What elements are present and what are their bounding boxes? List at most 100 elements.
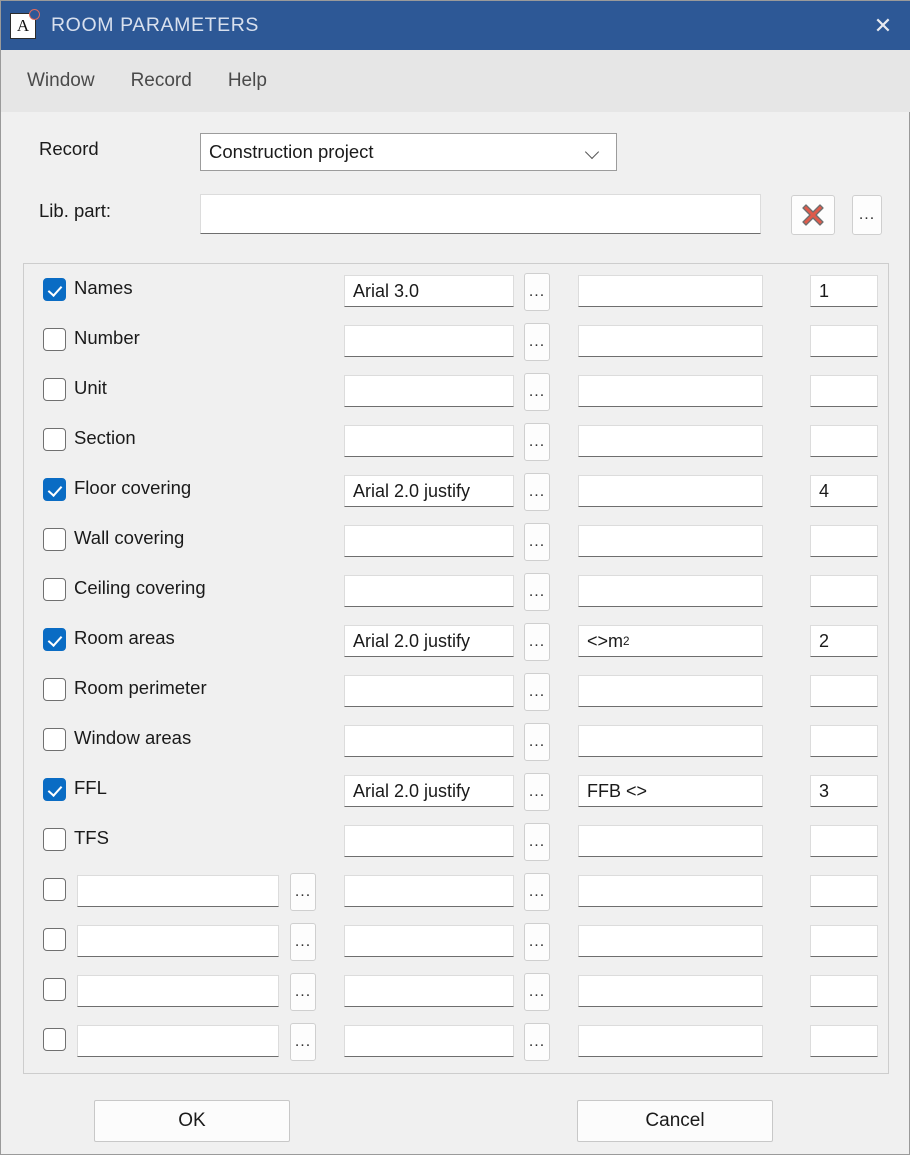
row-order-input[interactable] bbox=[810, 825, 878, 857]
row-font-input[interactable] bbox=[344, 325, 514, 357]
row-checkbox[interactable] bbox=[43, 928, 66, 951]
row-text-input[interactable] bbox=[578, 675, 763, 707]
menu-item-record[interactable]: Record bbox=[131, 70, 192, 92]
row-font-input[interactable] bbox=[344, 675, 514, 707]
row-checkbox[interactable] bbox=[43, 578, 66, 601]
row-text-input[interactable] bbox=[578, 725, 763, 757]
row-font-input[interactable]: Arial 2.0 justify bbox=[344, 625, 514, 657]
row-font-browse-button[interactable]: ... bbox=[524, 773, 550, 811]
ellipsis-icon: ... bbox=[528, 883, 546, 900]
row-order-input[interactable] bbox=[810, 325, 878, 357]
row-checkbox[interactable] bbox=[43, 878, 66, 901]
row-checkbox[interactable] bbox=[43, 978, 66, 1001]
row-checkbox[interactable] bbox=[43, 828, 66, 851]
row-text-input[interactable] bbox=[578, 1025, 763, 1057]
row-text-input[interactable] bbox=[578, 925, 763, 957]
delete-button[interactable] bbox=[791, 195, 835, 235]
row-font-browse-button[interactable]: ... bbox=[524, 273, 550, 311]
row-checkbox[interactable] bbox=[43, 378, 66, 401]
row-font-browse-button[interactable]: ... bbox=[524, 373, 550, 411]
row-checkbox[interactable] bbox=[43, 478, 66, 501]
row-font-input[interactable] bbox=[344, 875, 514, 907]
row-order-input[interactable] bbox=[810, 425, 878, 457]
record-select[interactable]: Construction project bbox=[200, 133, 617, 171]
row-font-input[interactable] bbox=[344, 525, 514, 557]
row-checkbox[interactable] bbox=[43, 678, 66, 701]
menu-item-window[interactable]: Window bbox=[27, 70, 95, 92]
row-font-browse-button[interactable]: ... bbox=[524, 523, 550, 561]
row-font-browse-button[interactable]: ... bbox=[524, 1023, 550, 1061]
row-order-input[interactable] bbox=[810, 375, 878, 407]
row-font-browse-button[interactable]: ... bbox=[524, 673, 550, 711]
row-name-input[interactable] bbox=[77, 925, 279, 957]
row-font-browse-button[interactable]: ... bbox=[524, 623, 550, 661]
row-text-input[interactable] bbox=[578, 375, 763, 407]
row-font-input[interactable] bbox=[344, 575, 514, 607]
ok-button[interactable]: OK bbox=[94, 1100, 290, 1142]
row-name-input[interactable] bbox=[77, 875, 279, 907]
row-font-browse-button[interactable]: ... bbox=[524, 823, 550, 861]
row-checkbox[interactable] bbox=[43, 778, 66, 801]
row-font-browse-button[interactable]: ... bbox=[524, 973, 550, 1011]
row-order-input[interactable] bbox=[810, 1025, 878, 1057]
row-text-input[interactable] bbox=[578, 525, 763, 557]
row-text-input[interactable]: <>m 2 bbox=[578, 625, 763, 657]
row-font-browse-button[interactable]: ... bbox=[524, 423, 550, 461]
row-name-browse-button[interactable]: ... bbox=[290, 973, 316, 1011]
lib-part-input[interactable] bbox=[200, 194, 761, 234]
row-font-input[interactable] bbox=[344, 425, 514, 457]
row-font-input[interactable] bbox=[344, 825, 514, 857]
row-checkbox[interactable] bbox=[43, 628, 66, 651]
row-name-browse-button[interactable]: ... bbox=[290, 923, 316, 961]
row-order-input[interactable] bbox=[810, 875, 878, 907]
row-name-input[interactable] bbox=[77, 1025, 279, 1057]
row-text-input[interactable]: FFB <> bbox=[578, 775, 763, 807]
row-order-input[interactable]: 1 bbox=[810, 275, 878, 307]
row-text-input[interactable] bbox=[578, 475, 763, 507]
row-checkbox[interactable] bbox=[43, 528, 66, 551]
row-checkbox[interactable] bbox=[43, 728, 66, 751]
menu-item-help[interactable]: Help bbox=[228, 70, 267, 92]
row-checkbox[interactable] bbox=[43, 1028, 66, 1051]
row-order-input[interactable] bbox=[810, 525, 878, 557]
row-font-browse-button[interactable]: ... bbox=[524, 573, 550, 611]
row-font-input[interactable] bbox=[344, 975, 514, 1007]
close-icon[interactable]: ✕ bbox=[855, 1, 910, 50]
ellipsis-icon: ... bbox=[294, 933, 312, 950]
row-font-browse-button[interactable]: ... bbox=[524, 873, 550, 911]
row-order-input[interactable] bbox=[810, 975, 878, 1007]
row-order-input[interactable] bbox=[810, 725, 878, 757]
row-font-browse-button[interactable]: ... bbox=[524, 923, 550, 961]
row-font-input[interactable]: Arial 2.0 justify bbox=[344, 775, 514, 807]
row-name-browse-button[interactable]: ... bbox=[290, 1023, 316, 1061]
row-order-input[interactable]: 2 bbox=[810, 625, 878, 657]
row-text-input[interactable] bbox=[578, 825, 763, 857]
row-font-input[interactable] bbox=[344, 925, 514, 957]
row-checkbox[interactable] bbox=[43, 328, 66, 351]
row-font-browse-button[interactable]: ... bbox=[524, 323, 550, 361]
row-font-input[interactable]: Arial 2.0 justify bbox=[344, 475, 514, 507]
row-order-input[interactable]: 3 bbox=[810, 775, 878, 807]
row-order-input[interactable] bbox=[810, 925, 878, 957]
row-font-input[interactable]: Arial 3.0 bbox=[344, 275, 514, 307]
cancel-button[interactable]: Cancel bbox=[577, 1100, 773, 1142]
row-text-input[interactable] bbox=[578, 325, 763, 357]
row-name-browse-button[interactable]: ... bbox=[290, 873, 316, 911]
row-font-browse-button[interactable]: ... bbox=[524, 473, 550, 511]
row-order-input[interactable] bbox=[810, 575, 878, 607]
row-font-input[interactable] bbox=[344, 375, 514, 407]
row-font-input[interactable] bbox=[344, 725, 514, 757]
row-font-browse-button[interactable]: ... bbox=[524, 723, 550, 761]
row-order-input[interactable]: 4 bbox=[810, 475, 878, 507]
row-text-input[interactable] bbox=[578, 875, 763, 907]
row-order-input[interactable] bbox=[810, 675, 878, 707]
row-text-input[interactable] bbox=[578, 275, 763, 307]
row-text-input[interactable] bbox=[578, 975, 763, 1007]
row-text-input[interactable] bbox=[578, 575, 763, 607]
row-font-input[interactable] bbox=[344, 1025, 514, 1057]
row-text-input[interactable] bbox=[578, 425, 763, 457]
row-checkbox[interactable] bbox=[43, 428, 66, 451]
lib-part-browse-button[interactable]: ... bbox=[852, 195, 882, 235]
row-name-input[interactable] bbox=[77, 975, 279, 1007]
row-checkbox[interactable] bbox=[43, 278, 66, 301]
